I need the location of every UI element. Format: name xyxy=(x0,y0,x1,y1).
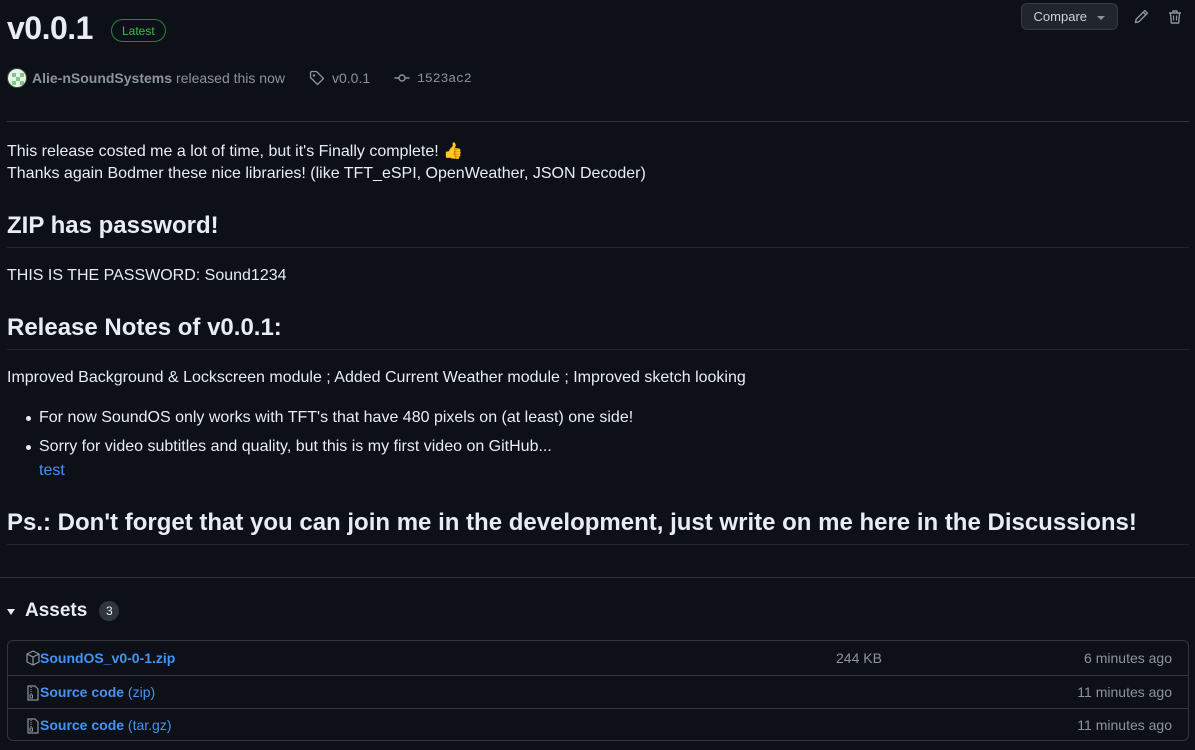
tag-link[interactable]: v0.0.1 xyxy=(309,70,370,86)
commit-sha: 1523ac2 xyxy=(417,70,472,86)
asset-time: 11 minutes ago xyxy=(1077,717,1172,733)
git-commit-icon xyxy=(394,74,410,82)
package-icon xyxy=(26,650,40,666)
password-line: THIS IS THE PASSWORD: Sound1234 xyxy=(7,267,287,284)
released-text: released this now xyxy=(176,70,285,86)
heading-ps: Ps.: Don't forget that you can join me i… xyxy=(7,509,1137,536)
bullet-marker xyxy=(26,416,31,421)
release-header: v0.0.1 Latest xyxy=(7,10,166,47)
asset-link[interactable]: Source code (zip) xyxy=(40,684,155,700)
assets-title: Assets xyxy=(25,600,88,621)
asset-size: 244 KB xyxy=(836,649,882,666)
asset-time: 11 minutes ago xyxy=(1077,684,1172,700)
list-item: Sorry for video subtitles and quality, b… xyxy=(39,438,552,455)
assets-list: SoundOS_v0-0-1.zip 244 KB 6 minutes ago … xyxy=(7,640,1189,741)
summary-line: Improved Background & Lockscreen module … xyxy=(7,369,746,386)
asset-row: Source code (tar.gz) 11 minutes ago xyxy=(8,708,1188,741)
compare-label: Compare xyxy=(1033,9,1087,24)
asset-link[interactable]: Source code (tar.gz) xyxy=(40,717,172,733)
commit-link[interactable]: 1523ac2 xyxy=(394,70,472,86)
release-actions: Compare xyxy=(1020,3,1186,30)
assets-count: 3 xyxy=(99,601,120,621)
chevron-down-icon xyxy=(1097,15,1105,20)
release-meta: Alie-nSoundSystems released this now v0.… xyxy=(7,68,472,88)
assets-toggle[interactable]: Assets 3 xyxy=(7,600,120,622)
pencil-icon xyxy=(1134,9,1149,23)
heading-rule xyxy=(7,544,1189,545)
test-link[interactable]: test xyxy=(39,462,65,480)
asset-link[interactable]: SoundOS_v0-0-1.zip xyxy=(40,650,175,666)
asset-name: Source code xyxy=(40,684,125,700)
trash-icon xyxy=(1169,9,1181,24)
tag-icon xyxy=(309,70,325,86)
bullet-marker xyxy=(26,445,31,450)
list-item: For now SoundOS only works with TFT's th… xyxy=(39,409,634,426)
intro-line-2: Thanks again Bodmer these nice libraries… xyxy=(7,165,646,182)
latest-badge: Latest xyxy=(110,19,166,42)
heading-release-notes: Release Notes of v0.0.1: xyxy=(7,314,282,341)
asset-name: Source code xyxy=(40,717,125,733)
intro-line-1: This release costed me a lot of time, bu… xyxy=(7,143,464,160)
divider xyxy=(0,577,1195,578)
release-title[interactable]: v0.0.1 xyxy=(7,10,93,47)
file-zip-icon xyxy=(27,685,39,701)
asset-name: SoundOS_v0-0-1.zip xyxy=(40,649,176,666)
asset-row: SoundOS_v0-0-1.zip 244 KB 6 minutes ago xyxy=(8,641,1188,674)
delete-button[interactable] xyxy=(1164,6,1186,28)
divider xyxy=(7,121,1189,122)
asset-format: (zip) xyxy=(127,684,156,700)
tag-label: v0.0.1 xyxy=(331,70,371,86)
heading-rule xyxy=(7,247,1189,248)
file-zip-icon xyxy=(27,718,39,734)
author-link[interactable]: Alie-nSoundSystems xyxy=(32,70,172,86)
heading-rule xyxy=(7,349,1189,350)
asset-time: 6 minutes ago xyxy=(1084,649,1172,666)
asset-format: (tar.gz) xyxy=(127,717,172,733)
edit-button[interactable] xyxy=(1130,6,1152,28)
compare-button[interactable]: Compare xyxy=(1020,3,1118,30)
heading-zip-password: ZIP has password! xyxy=(7,212,219,239)
release-page: v0.0.1 Latest Compare Alie-nSoundSystems… xyxy=(0,0,1195,750)
asset-row: Source code (zip) 11 minutes ago xyxy=(8,675,1188,708)
avatar[interactable] xyxy=(7,68,27,88)
triangle-down-icon xyxy=(7,609,15,615)
